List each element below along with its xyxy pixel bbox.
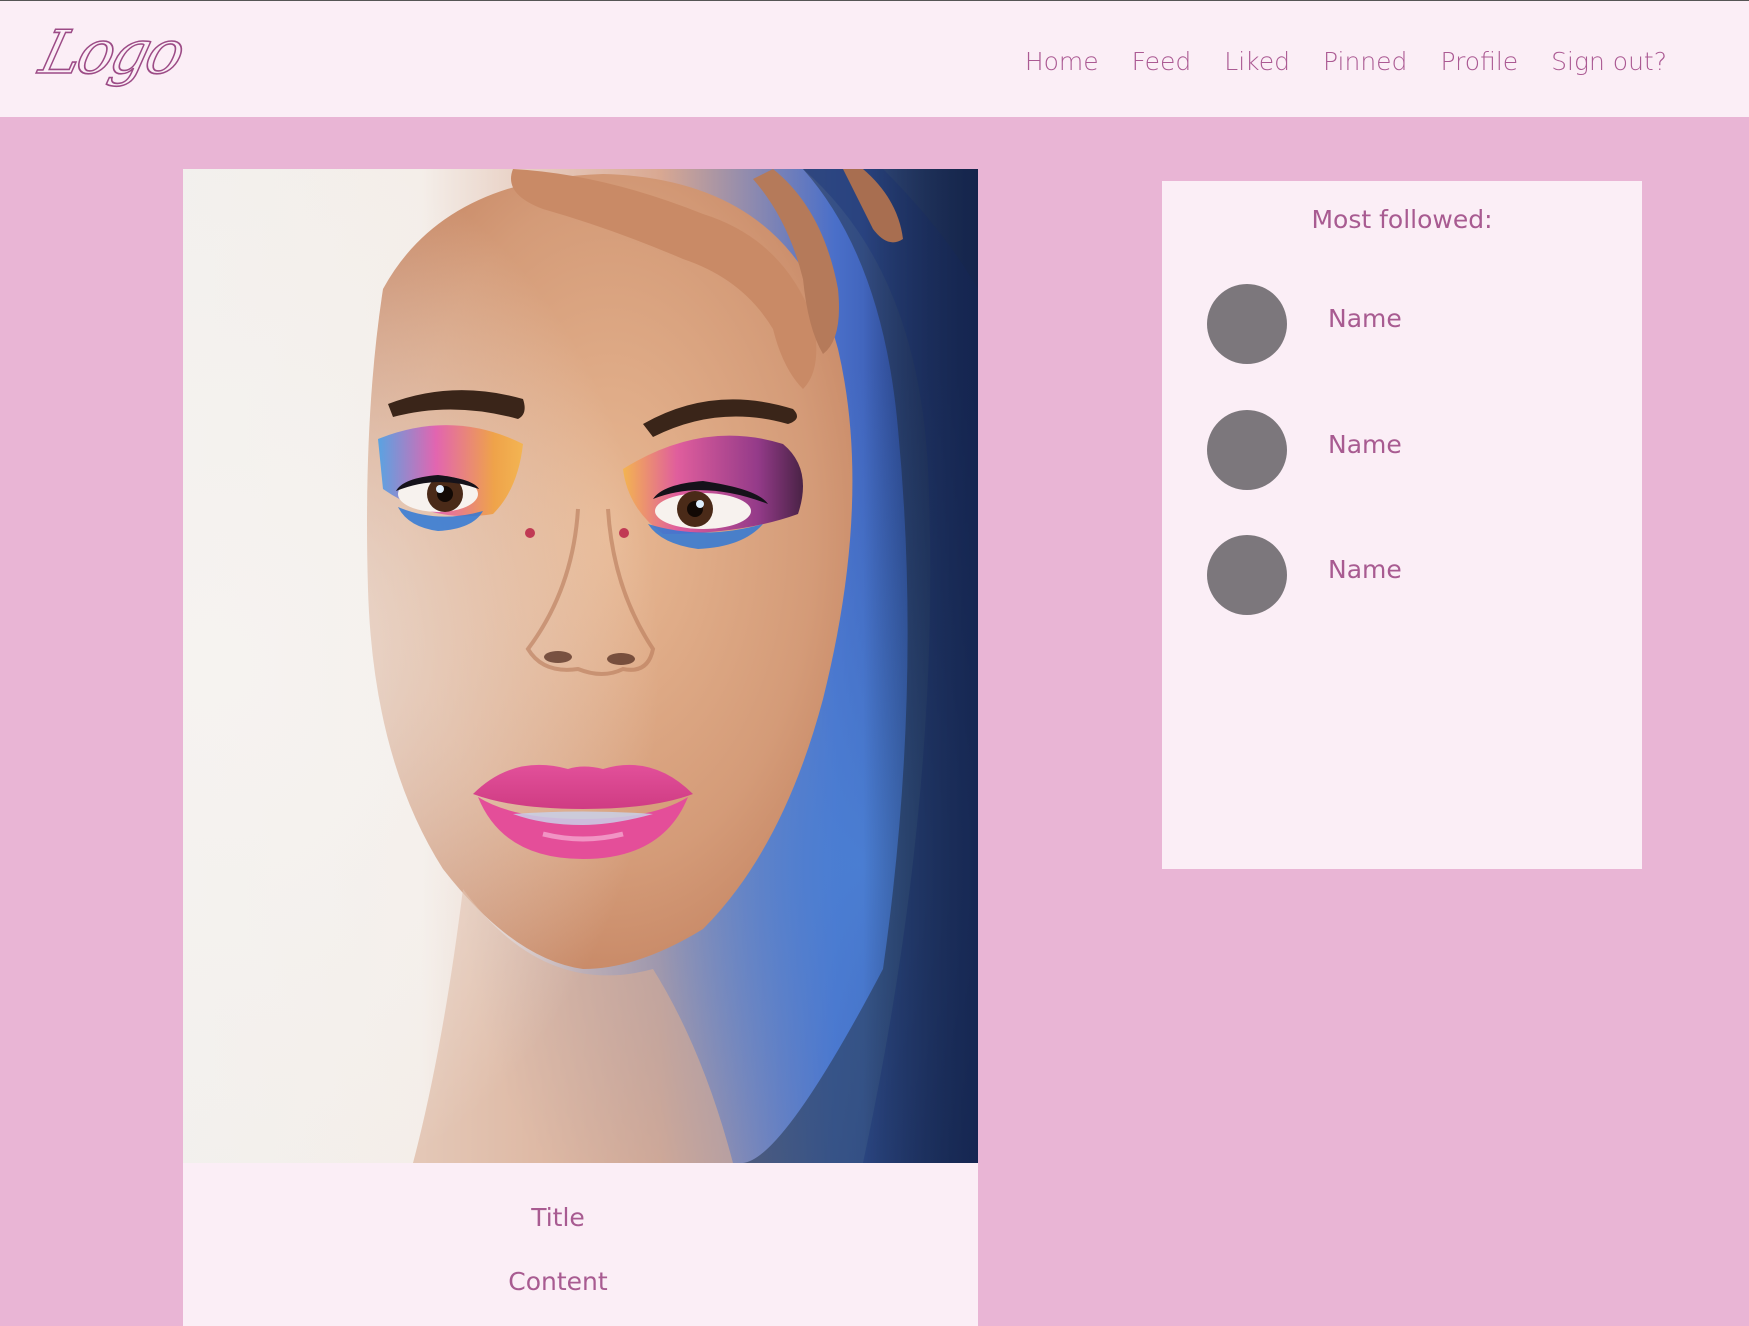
followed-user-name[interactable]: Name — [1328, 430, 1402, 459]
most-followed-heading: Most followed: — [1311, 205, 1493, 234]
followed-user-item[interactable]: Name — [1207, 535, 1607, 615]
post-card: Title Content — [183, 169, 978, 1326]
post-content: Content — [508, 1267, 608, 1296]
nav-feed-link[interactable]: Feed — [1132, 47, 1192, 76]
most-followed-panel: Most followed: Name Name Name — [1162, 181, 1642, 869]
nav-pinned-link[interactable]: Pinned — [1323, 47, 1407, 76]
nav-home-link[interactable]: Home — [1025, 47, 1099, 76]
nav-sign-out-link[interactable]: Sign out? — [1551, 47, 1667, 76]
post-title: Title — [531, 1203, 585, 1232]
top-navbar: Logo Home Feed Liked Pinned Profile Sign… — [0, 1, 1749, 117]
avatar[interactable] — [1207, 410, 1287, 490]
main-nav: Home Feed Liked Pinned Profile Sign out? — [1025, 47, 1667, 76]
followed-user-item[interactable]: Name — [1207, 284, 1607, 364]
avatar[interactable] — [1207, 284, 1287, 364]
followed-user-name[interactable]: Name — [1328, 304, 1402, 333]
followed-user-name[interactable]: Name — [1328, 555, 1402, 584]
logo[interactable]: Logo — [32, 17, 190, 89]
nav-profile-link[interactable]: Profile — [1440, 47, 1518, 76]
followed-user-item[interactable]: Name — [1207, 410, 1607, 490]
avatar[interactable] — [1207, 535, 1287, 615]
post-image[interactable] — [183, 169, 978, 1163]
nav-liked-link[interactable]: Liked — [1224, 47, 1290, 76]
